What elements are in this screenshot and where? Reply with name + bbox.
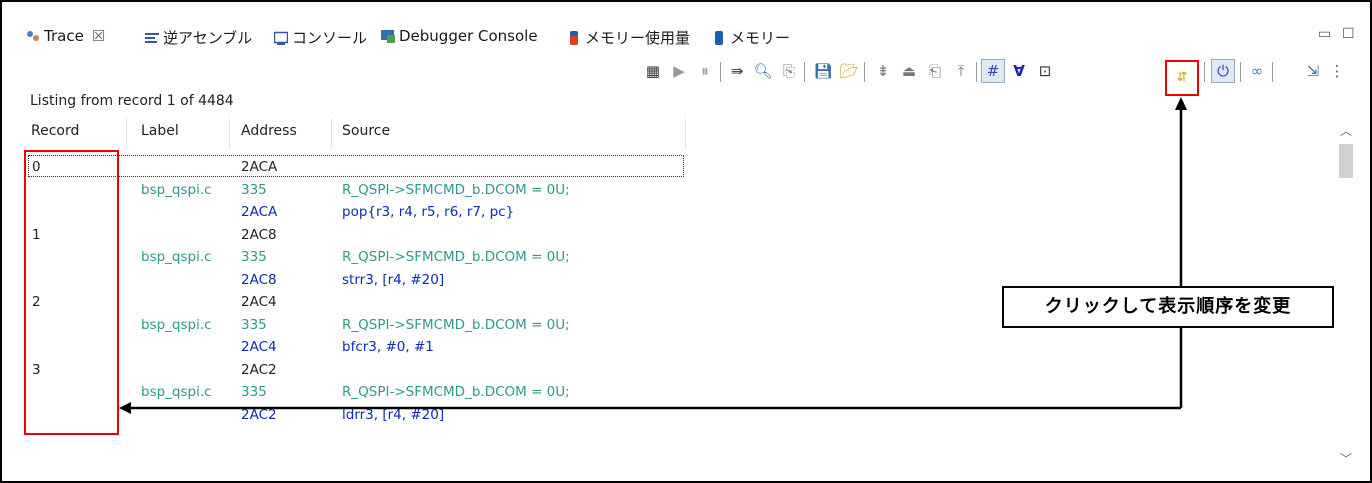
vertical-scrollbar[interactable]: ︿ ﹀ bbox=[1334, 118, 1358, 470]
arrow-head-left bbox=[119, 402, 131, 414]
annotation-arrows bbox=[119, 97, 1187, 414]
scroll-down-icon[interactable]: ﹀ bbox=[1340, 450, 1352, 467]
callout-box: クリックして表示順序を変更 bbox=[1002, 286, 1334, 328]
arrow-head-up bbox=[1175, 97, 1187, 110]
scroll-up-icon[interactable]: ︿ bbox=[1340, 122, 1352, 139]
scrollbar-thumb[interactable] bbox=[1339, 144, 1353, 178]
